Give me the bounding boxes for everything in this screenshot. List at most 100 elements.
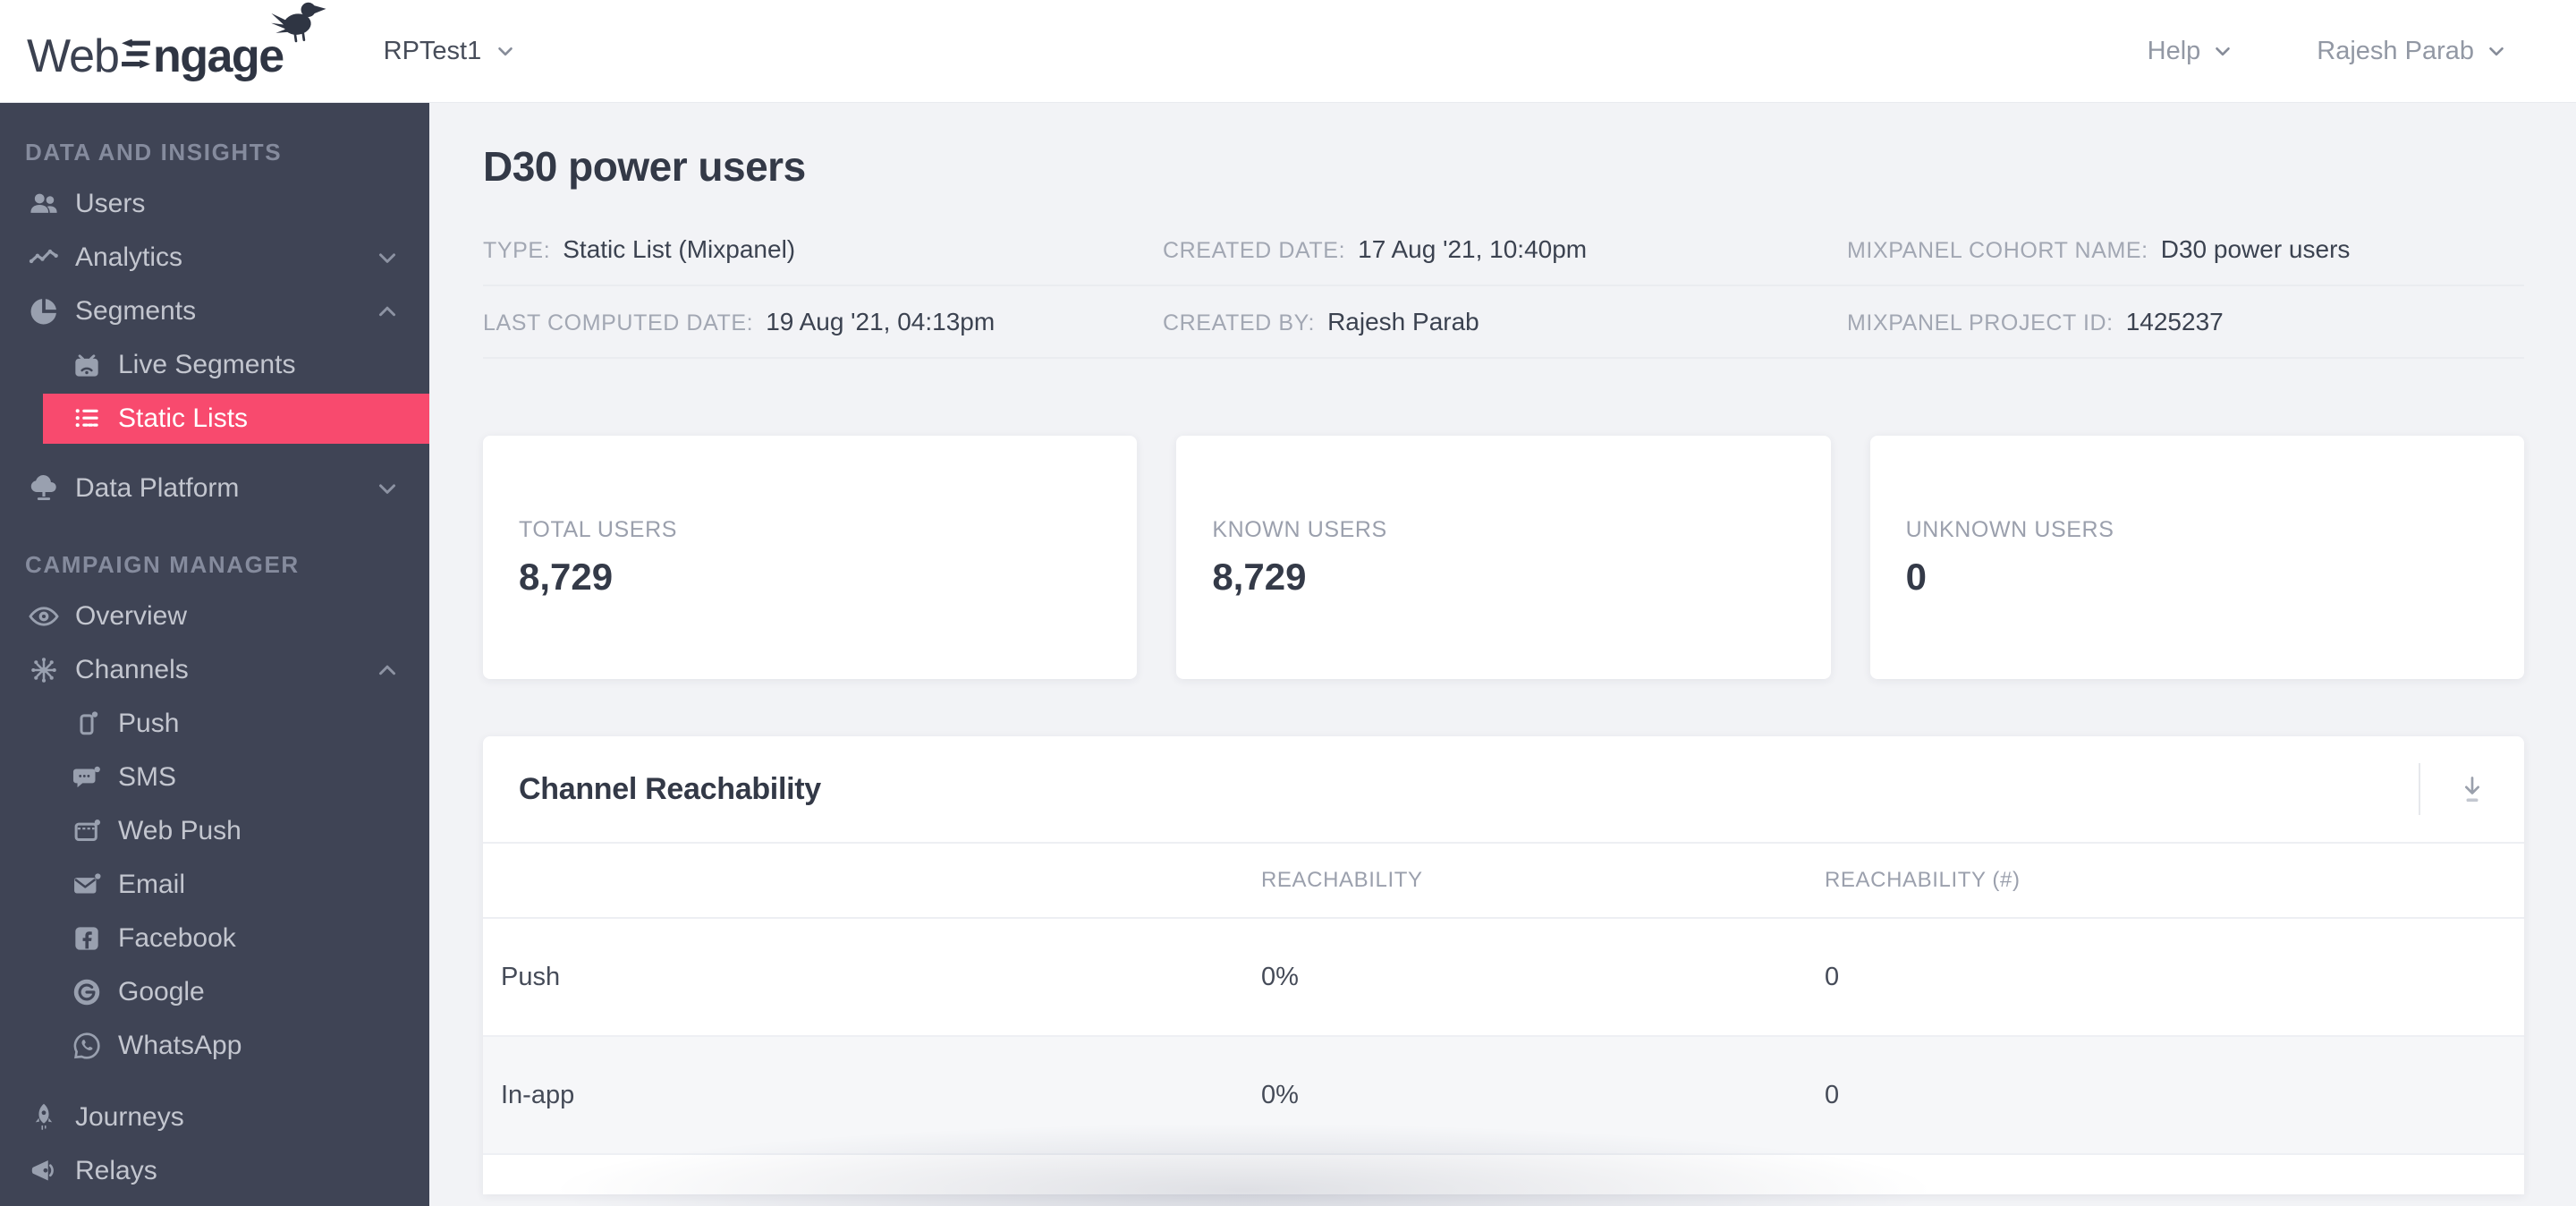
sidebar-item-static-lists[interactable]: Static Lists bbox=[43, 394, 429, 444]
meta-label: TYPE: bbox=[483, 237, 551, 263]
chevron-down-icon bbox=[2489, 47, 2504, 56]
help-menu[interactable]: Help bbox=[2148, 37, 2235, 66]
sidebar: DATA AND INSIGHTS Users Analytics Segmen… bbox=[0, 103, 429, 1206]
webengage-logo[interactable]: Web ngage bbox=[27, 2, 334, 83]
logo-bird-icon bbox=[270, 2, 326, 42]
download-button[interactable] bbox=[2447, 764, 2497, 814]
meta-created-by: CREATED BY: Rajesh Parab bbox=[1163, 308, 1847, 336]
chevron-down-icon bbox=[379, 484, 395, 494]
segment-meta: TYPE: Static List (Mixpanel) CREATED DAT… bbox=[483, 214, 2524, 359]
project-switcher[interactable]: RPTest1 bbox=[384, 37, 518, 66]
section-title-campaign-manager: CAMPAIGN MANAGER bbox=[25, 551, 300, 578]
logo-exchange-arrows-icon bbox=[122, 39, 150, 69]
chevron-up-icon bbox=[379, 665, 395, 675]
stat-label: UNKNOWN USERS bbox=[1905, 516, 2114, 542]
sidebar-item-web-push[interactable]: Web Push bbox=[0, 804, 429, 858]
sidebar-item-google[interactable]: Google bbox=[0, 965, 429, 1019]
sidebar-item-channels[interactable]: Channels bbox=[0, 643, 429, 697]
channels-icon bbox=[31, 658, 56, 683]
journeys-icon bbox=[35, 1103, 53, 1130]
chevron-down-icon bbox=[498, 47, 513, 56]
column-header-reachability-count: REACHABILITY (#) bbox=[1825, 868, 2021, 892]
meta-value: 19 Aug '21, 04:13pm bbox=[766, 307, 996, 335]
overview-icon bbox=[29, 607, 59, 626]
email-icon bbox=[74, 873, 101, 894]
meta-last-computed-date: LAST COMPUTED DATE: 19 Aug '21, 04:13pm bbox=[483, 308, 1163, 336]
sidebar-item-sms[interactable]: SMS bbox=[0, 751, 429, 804]
reachability-count: 0 bbox=[1825, 962, 1840, 991]
segments-children: Live Segments Static Lists bbox=[0, 338, 429, 444]
sidebar-item-email[interactable]: Email bbox=[0, 858, 429, 912]
chevron-up-icon bbox=[379, 306, 395, 317]
stats-cards: TOTAL USERS 8,729 KNOWN USERS 8,729 UNKN… bbox=[483, 436, 2524, 679]
sidebar-item-users[interactable]: Users bbox=[0, 177, 429, 231]
meta-mixpanel-cohort-name: MIXPANEL COHORT NAME: D30 power users bbox=[1847, 235, 2524, 264]
meta-value: D30 power users bbox=[2160, 234, 2351, 263]
meta-mixpanel-project-id: MIXPANEL PROJECT ID: 1425237 bbox=[1847, 308, 2524, 336]
web-push-icon bbox=[74, 820, 101, 842]
sms-icon bbox=[72, 766, 100, 788]
static-lists-icon bbox=[75, 409, 98, 428]
meta-label: CREATED BY: bbox=[1163, 310, 1316, 335]
sidebar-item-relays[interactable]: Relays bbox=[0, 1144, 429, 1198]
sidebar-item-overview[interactable]: Overview bbox=[0, 590, 429, 643]
logo-text-web: Web bbox=[27, 30, 120, 82]
meta-row-2: LAST COMPUTED DATE: 19 Aug '21, 04:13pm … bbox=[483, 286, 2524, 359]
section-title-data-and-insights: DATA AND INSIGHTS bbox=[25, 139, 283, 166]
reachability-value: 0% bbox=[1261, 1080, 1299, 1109]
meta-label: CREATED DATE: bbox=[1163, 237, 1346, 263]
meta-created-date: CREATED DATE: 17 Aug '21, 10:40pm bbox=[1163, 235, 1847, 264]
stat-value: 8,729 bbox=[1212, 555, 1307, 598]
channel-name: In-app bbox=[501, 1080, 575, 1109]
chevron-down-icon bbox=[379, 253, 395, 263]
sidebar-item-facebook[interactable]: Facebook bbox=[0, 912, 429, 965]
chevron-down-icon bbox=[2216, 47, 2231, 56]
panel-title: Channel Reachability bbox=[519, 771, 821, 806]
live-segments-icon bbox=[75, 354, 98, 377]
sidebar-item-whatsapp[interactable]: WhatsApp bbox=[0, 1019, 429, 1073]
meta-value: 1425237 bbox=[2125, 307, 2224, 335]
topbar: Web ngage RPTest1 Help Rajesh Parab bbox=[0, 0, 2576, 103]
sidebar-item-journeys[interactable]: Journeys bbox=[0, 1091, 429, 1144]
stat-card-known-users: KNOWN USERS 8,729 bbox=[1176, 436, 1831, 679]
meta-type: TYPE: Static List (Mixpanel) bbox=[483, 235, 1163, 264]
table-row-partial bbox=[483, 1155, 2524, 1194]
facebook-icon bbox=[75, 927, 98, 950]
sidebar-item-live-segments[interactable]: Live Segments bbox=[0, 338, 429, 392]
reachability-value: 0% bbox=[1261, 962, 1299, 991]
main-content: D30 power users TYPE: Static List (Mixpa… bbox=[429, 103, 2576, 1206]
meta-label: MIXPANEL COHORT NAME: bbox=[1847, 237, 2148, 263]
stat-value: 0 bbox=[1905, 555, 1928, 598]
table-row-in-app: In-app 0% 0 bbox=[483, 1037, 2524, 1155]
sidebar-item-data-platform[interactable]: Data Platform bbox=[0, 462, 429, 515]
stat-card-unknown-users: UNKNOWN USERS 0 bbox=[1869, 436, 2524, 679]
stat-label: TOTAL USERS bbox=[519, 516, 678, 542]
meta-value: Rajesh Parab bbox=[1327, 307, 1479, 335]
push-icon bbox=[80, 711, 98, 735]
stat-value: 8,729 bbox=[519, 555, 614, 598]
channel-reachability-panel: Channel Reachability REACHABILITY REACHA… bbox=[483, 736, 2524, 1206]
meta-value: 17 Aug '21, 10:40pm bbox=[1358, 234, 1588, 263]
webengage-app: Web ngage RPTest1 Help Rajesh Parab DATA… bbox=[0, 0, 2576, 1206]
segments-icon bbox=[30, 299, 56, 325]
stat-label: KNOWN USERS bbox=[1212, 516, 1387, 542]
logo-text-engage: ngage bbox=[152, 30, 284, 82]
meta-row-1: TYPE: Static List (Mixpanel) CREATED DAT… bbox=[483, 214, 2524, 286]
meta-label: LAST COMPUTED DATE: bbox=[483, 310, 754, 335]
analytics-icon bbox=[29, 249, 58, 264]
meta-value: Static List (Mixpanel) bbox=[563, 234, 796, 263]
table-row-push: Push 0% 0 bbox=[483, 919, 2524, 1037]
meta-label: MIXPANEL PROJECT ID: bbox=[1847, 310, 2114, 335]
page-title: D30 power users bbox=[483, 143, 806, 190]
download-icon bbox=[2465, 777, 2479, 803]
stat-card-total-users: TOTAL USERS 8,729 bbox=[483, 436, 1138, 679]
channels-children: Push SMS Web Push Email Facebook Google bbox=[0, 697, 429, 1073]
relays-icon bbox=[31, 1159, 54, 1181]
user-menu[interactable]: Rajesh Parab bbox=[2317, 37, 2508, 66]
reachability-table-header: REACHABILITY REACHABILITY (#) bbox=[483, 844, 2524, 919]
project-name: RPTest1 bbox=[383, 36, 482, 65]
sidebar-item-segments[interactable]: Segments bbox=[0, 285, 429, 338]
sidebar-item-push[interactable]: Push bbox=[0, 697, 429, 751]
sidebar-item-analytics[interactable]: Analytics bbox=[0, 231, 429, 285]
google-icon bbox=[73, 979, 100, 1006]
